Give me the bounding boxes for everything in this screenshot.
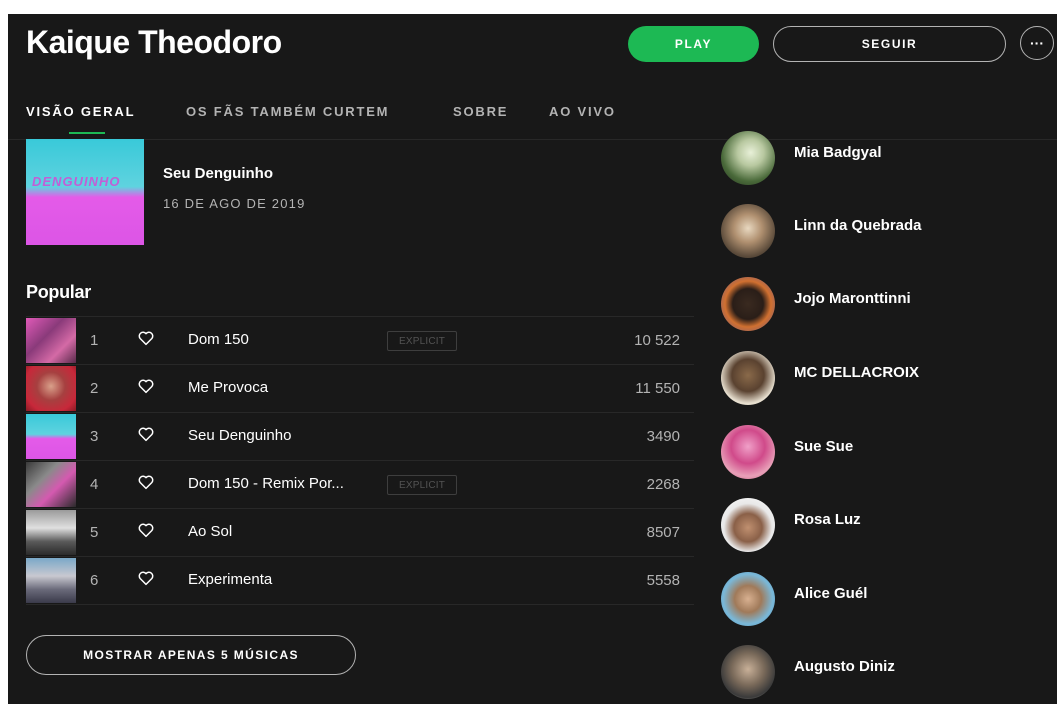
track-name[interactable]: Ao Sol	[188, 523, 232, 540]
tab-live[interactable]: AO VIVO	[549, 104, 616, 119]
track-cover-art	[26, 414, 76, 459]
avatar	[721, 204, 775, 258]
related-artist[interactable]: Linn da Quebrada	[721, 204, 1051, 260]
release-cover-art[interactable]: DENGUINHO	[26, 139, 144, 245]
related-artist-name: Alice Guél	[794, 585, 868, 602]
heart-icon[interactable]	[137, 425, 155, 443]
avatar	[721, 425, 775, 479]
track-cover-art	[26, 318, 76, 363]
release-title[interactable]: Seu Denguinho	[163, 165, 273, 182]
show-fewer-songs-button[interactable]: MOSTRAR APENAS 5 MÚSICAS	[26, 635, 356, 675]
heart-icon[interactable]	[137, 377, 155, 395]
more-dots-icon: ···	[1030, 35, 1044, 51]
avatar	[721, 645, 775, 699]
artist-page: Kaique Theodoro PLAY SEGUIR ··· VISÃO GE…	[8, 14, 1057, 704]
cover-art-lettering: DENGUINHO	[32, 174, 121, 189]
related-artist[interactable]: Alice Guél	[721, 572, 1051, 628]
related-artist[interactable]: Rosa Luz	[721, 498, 1051, 554]
track-row[interactable]: 2 Me Provoca 11 550	[26, 364, 694, 412]
track-cover-art	[26, 510, 76, 555]
play-button[interactable]: PLAY	[628, 26, 759, 62]
explicit-badge: EXPLICIT	[387, 331, 457, 351]
artist-header: Kaique Theodoro PLAY SEGUIR ··· VISÃO GE…	[8, 14, 1057, 140]
related-artist-name: Linn da Quebrada	[794, 217, 922, 234]
related-artist-name: Rosa Luz	[794, 511, 861, 528]
related-artist-name: Jojo Maronttinni	[794, 290, 911, 307]
track-row[interactable]: 5 Ao Sol 8507	[26, 508, 694, 556]
tab-fans-also-like[interactable]: OS FÃS TAMBÉM CURTEM	[186, 104, 389, 119]
tab-overview[interactable]: VISÃO GERAL	[26, 104, 135, 119]
more-options-button[interactable]: ···	[1020, 26, 1054, 60]
track-number: 6	[90, 572, 99, 589]
heart-icon[interactable]	[137, 521, 155, 539]
artist-name: Kaique Theodoro	[26, 24, 282, 60]
track-row[interactable]: 4 Dom 150 - Remix Por... EXPLICIT 2268	[26, 460, 694, 508]
popular-heading: Popular	[26, 282, 91, 302]
track-number: 2	[90, 380, 99, 397]
track-name[interactable]: Experimenta	[188, 571, 272, 588]
track-number: 3	[90, 428, 99, 445]
related-artist-name: Mia Badgyal	[794, 144, 882, 161]
release-date: 16 DE AGO DE 2019	[163, 196, 306, 211]
related-artist[interactable]: Augusto Diniz	[721, 645, 1051, 701]
track-play-count: 11 550	[635, 380, 680, 397]
track-play-count: 2268	[646, 476, 680, 493]
track-number: 5	[90, 524, 99, 541]
track-row[interactable]: 3 Seu Denguinho 3490	[26, 412, 694, 460]
track-name[interactable]: Dom 150	[188, 331, 249, 348]
related-artist[interactable]: Jojo Maronttinni	[721, 277, 1051, 333]
related-artist-name: Augusto Diniz	[794, 658, 895, 675]
track-cover-art	[26, 558, 76, 603]
explicit-badge: EXPLICIT	[387, 475, 457, 495]
active-tab-indicator	[69, 132, 105, 134]
related-artist[interactable]: Mia Badgyal	[721, 131, 1051, 187]
avatar	[721, 498, 775, 552]
related-artist[interactable]: MC DELLACROIX	[721, 351, 1051, 407]
track-number: 4	[90, 476, 99, 493]
track-number: 1	[90, 332, 99, 349]
avatar	[721, 131, 775, 185]
popular-track-list: 1 Dom 150 EXPLICIT 10 522 2 Me Provoca 1…	[26, 316, 694, 605]
track-name[interactable]: Seu Denguinho	[188, 427, 291, 444]
track-name[interactable]: Me Provoca	[188, 379, 268, 396]
avatar	[721, 277, 775, 331]
follow-button[interactable]: SEGUIR	[773, 26, 1006, 62]
heart-icon[interactable]	[137, 473, 155, 491]
related-artist-name: MC DELLACROIX	[794, 364, 919, 381]
heart-icon[interactable]	[137, 569, 155, 587]
track-cover-art	[26, 462, 76, 507]
track-play-count: 10 522	[634, 332, 680, 349]
related-artist[interactable]: Sue Sue	[721, 425, 1051, 481]
track-row[interactable]: 6 Experimenta 5558	[26, 556, 694, 605]
track-name[interactable]: Dom 150 - Remix Por...	[188, 475, 344, 492]
heart-icon[interactable]	[137, 329, 155, 347]
avatar	[721, 572, 775, 626]
track-row[interactable]: 1 Dom 150 EXPLICIT 10 522	[26, 316, 694, 364]
track-play-count: 8507	[646, 524, 680, 541]
track-play-count: 5558	[646, 572, 680, 589]
latest-release[interactable]: DENGUINHO Seu Denguinho 16 DE AGO DE 201…	[26, 139, 526, 249]
track-play-count: 3490	[646, 428, 680, 445]
related-artist-name: Sue Sue	[794, 438, 854, 455]
tab-about[interactable]: SOBRE	[453, 104, 508, 119]
track-cover-art	[26, 366, 76, 411]
avatar	[721, 351, 775, 405]
